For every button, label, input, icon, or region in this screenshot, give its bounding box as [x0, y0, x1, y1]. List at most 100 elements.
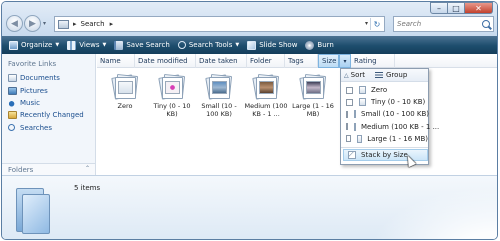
- search-tools-icon: [177, 41, 186, 49]
- recent-pages-dropdown[interactable]: ▾: [43, 20, 46, 27]
- filter-item-zero[interactable]: Zero: [341, 84, 428, 96]
- searches-icon: [8, 124, 15, 132]
- file-list: Name Date modified Date taken Folder Tag…: [97, 54, 497, 175]
- minimize-button[interactable]: –: [430, 2, 448, 14]
- burn-label: Burn: [317, 41, 334, 49]
- views-button[interactable]: Views ▼: [63, 38, 110, 52]
- filter-label: Zero: [371, 86, 388, 95]
- column-name[interactable]: Name: [97, 54, 135, 68]
- breadcrumb-search[interactable]: Search: [81, 20, 105, 28]
- breadcrumb-separator[interactable]: ▸: [73, 20, 77, 28]
- save-search-button[interactable]: Save Search: [110, 38, 173, 52]
- search-folder-icon: [16, 188, 52, 234]
- items-count: 5 items: [74, 184, 101, 192]
- sidebar-item-music[interactable]: Music: [8, 97, 84, 109]
- filter-list: Zero Tiny (0 - 10 KB) Small (10 - 100 KB…: [341, 84, 439, 145]
- filter-checkbox[interactable]: [346, 135, 352, 143]
- stack-list: Zero Tiny (0 - 10 KB) Small (10 - 100 KB…: [103, 72, 338, 118]
- filter-item-medium[interactable]: Medium (100 KB - 1 ...: [341, 121, 439, 133]
- stack-icon: [348, 151, 356, 159]
- filter-checkbox[interactable]: [346, 123, 348, 131]
- stack-label: Zero: [117, 102, 133, 110]
- stack-label: Large (1 - 16 MB): [292, 102, 334, 118]
- favorite-links-list: Documents Pictures Music Recently Change…: [8, 72, 84, 134]
- chevron-down-icon: ▼: [102, 42, 107, 48]
- filter-item-tiny[interactable]: Tiny (0 - 10 KB): [341, 96, 428, 108]
- caption-buttons: – □ ✕: [430, 2, 493, 14]
- forward-button[interactable]: ▶: [24, 15, 41, 32]
- sidebar-item-label: Documents: [20, 74, 60, 83]
- sidebar-item-pictures[interactable]: Pictures: [8, 84, 84, 96]
- slide-show-button[interactable]: Slide Show: [243, 38, 301, 52]
- stack-icon: [157, 72, 187, 102]
- stack-icon: [357, 134, 363, 143]
- close-button[interactable]: ✕: [465, 2, 493, 14]
- filter-label: Medium (100 KB - 1 ...: [361, 122, 440, 131]
- column-folder[interactable]: Folder: [247, 54, 285, 68]
- stack-label: Small (10 - 100 KB): [201, 102, 237, 118]
- chevron-down-icon: ▼: [55, 42, 60, 48]
- column-date-taken[interactable]: Date taken: [196, 54, 247, 68]
- group-icon[interactable]: [374, 71, 383, 79]
- chevron-down-icon: ▼: [235, 42, 240, 48]
- sidebar-item-label: Recently Changed: [20, 111, 84, 120]
- maximize-button[interactable]: □: [448, 2, 465, 14]
- organize-label: Organize: [21, 41, 53, 49]
- details-pane: 5 items: [2, 175, 497, 239]
- column-rating[interactable]: Rating: [351, 54, 395, 68]
- search-input[interactable]: [397, 20, 481, 28]
- filter-label: Tiny (0 - 10 KB): [371, 98, 426, 107]
- sort-option[interactable]: Sort: [351, 71, 365, 79]
- decorative-swoosh: [347, 175, 497, 239]
- column-size-dropdown[interactable]: ▾: [339, 54, 351, 68]
- address-bar[interactable]: ▸ Search ▸ ▾ ↻: [54, 16, 385, 32]
- stack-small[interactable]: Small (10 - 100 KB): [197, 72, 241, 118]
- filter-checkbox[interactable]: [346, 110, 348, 118]
- filter-item-large[interactable]: Large (1 - 16 MB): [341, 133, 428, 145]
- stack-large[interactable]: Large (1 - 16 MB): [291, 72, 335, 118]
- menu-sort-group-row: △ Sort Group: [341, 69, 428, 82]
- group-option[interactable]: Group: [386, 71, 407, 79]
- sidebar-item-label: Music: [20, 98, 40, 107]
- refresh-icon[interactable]: ↻: [370, 18, 383, 30]
- title-bar: – □ ✕ ◀ ▶ ▾ ▸ Search ▸ ▾ ↻: [2, 2, 497, 36]
- filter-label: Small (10 - 100 KB): [361, 110, 429, 119]
- filter-item-small[interactable]: Small (10 - 100 KB): [341, 108, 429, 120]
- disc-icon: [305, 40, 315, 50]
- burn-button[interactable]: Burn: [301, 38, 337, 52]
- sort-icon[interactable]: △: [344, 72, 349, 79]
- address-dropdown-icon[interactable]: ▾: [365, 20, 368, 27]
- recently-changed-icon: [8, 111, 17, 120]
- stack-icon: [354, 122, 356, 131]
- filter-checkbox[interactable]: [346, 98, 353, 106]
- search-icon[interactable]: [482, 20, 490, 28]
- back-button[interactable]: ◀: [6, 15, 23, 32]
- column-tags[interactable]: Tags: [285, 54, 318, 68]
- stack-icon: [298, 72, 328, 102]
- sidebar-item-documents[interactable]: Documents: [8, 72, 84, 84]
- search-tools-label: Search Tools: [188, 41, 233, 49]
- filter-checkbox[interactable]: [346, 86, 353, 94]
- stack-icon: [251, 72, 281, 102]
- sidebar-item-label: Searches: [20, 123, 53, 132]
- stack-tiny[interactable]: Tiny (0 - 10 KB): [150, 72, 194, 118]
- navigation-pane: Favorite Links Documents Pictures Music …: [2, 54, 96, 175]
- stack-zero[interactable]: Zero: [103, 72, 147, 118]
- sidebar-item-searches[interactable]: Searches: [8, 122, 84, 134]
- column-date-modified[interactable]: Date modified: [135, 54, 196, 68]
- stack-by-size-item[interactable]: Stack by Size: [343, 149, 428, 161]
- breadcrumb-separator[interactable]: ▸: [110, 20, 114, 28]
- column-size[interactable]: Size: [318, 54, 339, 68]
- search-box[interactable]: [393, 16, 494, 32]
- stack-medium[interactable]: Medium (100 KB - 1 ...: [244, 72, 288, 118]
- organize-button[interactable]: Organize ▼: [5, 38, 63, 52]
- filter-label: Large (1 - 16 MB): [367, 134, 428, 143]
- explorer-window: – □ ✕ ◀ ▶ ▾ ▸ Search ▸ ▾ ↻ Organize ▼: [1, 1, 498, 240]
- command-toolbar: Organize ▼ Views ▼ Save Search Search To…: [2, 36, 497, 54]
- search-tools-button[interactable]: Search Tools ▼: [174, 38, 243, 52]
- folders-toggle[interactable]: Folders ⌃: [2, 163, 95, 175]
- stack-icon: [110, 72, 140, 102]
- sidebar-item-recently-changed[interactable]: Recently Changed: [8, 109, 84, 121]
- stack-by-size-label: Stack by Size: [361, 151, 408, 159]
- stack-icon: [354, 110, 356, 119]
